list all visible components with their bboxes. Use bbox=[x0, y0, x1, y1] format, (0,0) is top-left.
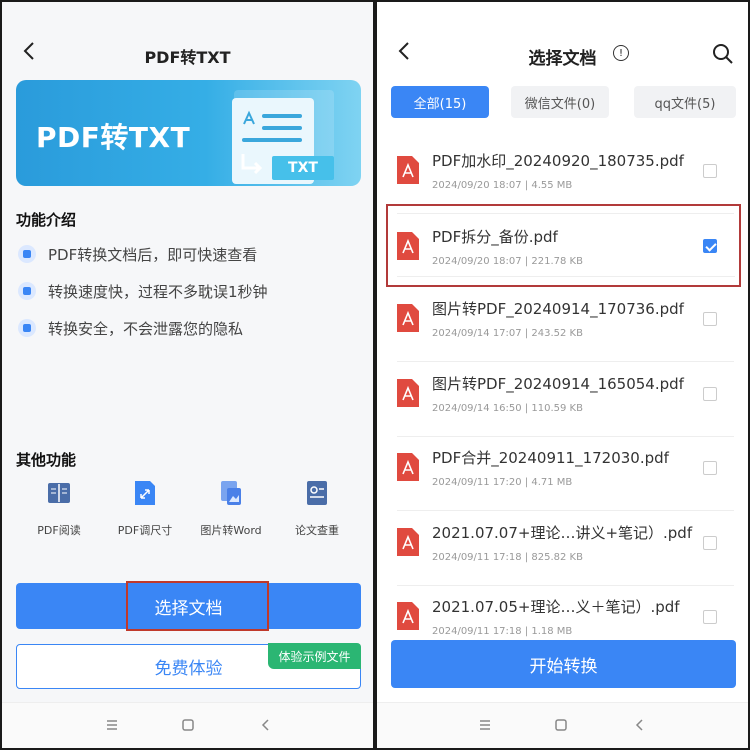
file-checkbox[interactable] bbox=[703, 387, 717, 401]
file-checkbox[interactable] bbox=[703, 461, 717, 475]
image-icon bbox=[221, 481, 241, 505]
file-checkbox-checked[interactable] bbox=[703, 239, 717, 253]
menu-icon[interactable] bbox=[104, 717, 120, 733]
page-title: PDF转TXT bbox=[144, 48, 231, 67]
filter-tabs: 全部(15) 微信文件(0) qq文件(5) bbox=[391, 86, 736, 118]
feature-item: 转换速度快，过程不多耽误1秒钟 bbox=[18, 279, 268, 303]
sample-file-tag[interactable]: 体验示例文件 bbox=[268, 643, 361, 669]
tool-plagiarism-check[interactable]: 论文查重 bbox=[272, 480, 362, 538]
promo-banner: PDF转TXT TXT bbox=[16, 80, 361, 186]
file-row[interactable]: 2021.07.07+理论…讲义+笔记）.pdf 2024/09/11 17:1… bbox=[377, 512, 748, 586]
features-title: 功能介绍 bbox=[16, 211, 77, 229]
select-document-screen: 选择文档 ! 全部(15) 微信文件(0) qq文件(5) PDF加水印_202… bbox=[377, 2, 748, 748]
speed-icon bbox=[18, 282, 36, 300]
pdf-file-icon bbox=[397, 232, 419, 260]
pdf-file-icon bbox=[397, 602, 419, 630]
other-features-title: 其他功能 bbox=[16, 451, 77, 469]
file-checkbox[interactable] bbox=[703, 536, 717, 550]
highlight-box bbox=[126, 581, 269, 631]
banner-text: PDF转TXT bbox=[36, 121, 191, 154]
tool-image-to-word[interactable]: 图片转Word bbox=[186, 480, 276, 538]
pdf-file-icon bbox=[397, 453, 419, 481]
pdf-file-icon bbox=[397, 528, 419, 556]
file-checkbox[interactable] bbox=[703, 610, 717, 624]
home-icon[interactable] bbox=[553, 717, 569, 733]
system-nav-bar bbox=[2, 702, 373, 748]
arrow-icon bbox=[241, 154, 263, 175]
header: PDF转TXT bbox=[2, 2, 373, 72]
file-row[interactable]: 2021.07.05+理论…义＋笔记）.pdf 2024/09/11 17:18… bbox=[377, 586, 748, 640]
search-doc-icon bbox=[18, 245, 36, 263]
pdf-file-icon bbox=[397, 156, 419, 184]
txt-tag: TXT bbox=[272, 156, 334, 180]
search-icon[interactable] bbox=[711, 42, 735, 66]
tool-pdf-resize[interactable]: PDF调尺寸 bbox=[100, 480, 190, 538]
resize-icon bbox=[135, 481, 155, 505]
system-nav-bar bbox=[377, 702, 748, 748]
menu-icon[interactable] bbox=[477, 717, 493, 733]
file-row[interactable]: 图片转PDF_20240914_165054.pdf 2024/09/14 16… bbox=[377, 363, 748, 437]
home-icon[interactable] bbox=[180, 717, 196, 733]
tab-wechat[interactable]: 微信文件(0) bbox=[511, 86, 609, 118]
pdf-file-icon bbox=[397, 379, 419, 407]
tools-grid: PDF阅读 PDF调尺寸 图片转Word 论文查重 bbox=[2, 480, 373, 540]
back-nav-icon[interactable] bbox=[258, 717, 274, 733]
file-checkbox[interactable] bbox=[703, 164, 717, 178]
file-list: PDF加水印_20240920_180735.pdf 2024/09/20 18… bbox=[377, 140, 748, 640]
file-row[interactable]: PDF合并_20240911_172030.pdf 2024/09/11 17:… bbox=[377, 437, 748, 511]
book-icon bbox=[48, 483, 70, 503]
document-check-icon bbox=[307, 481, 327, 505]
tab-all[interactable]: 全部(15) bbox=[391, 86, 489, 118]
tool-pdf-reader[interactable]: PDF阅读 bbox=[14, 480, 104, 538]
file-row-selected[interactable]: PDF拆分_备份.pdf 2024/09/20 18:07 | 221.78 K… bbox=[386, 204, 741, 287]
pdf-file-icon bbox=[397, 304, 419, 332]
tab-qq[interactable]: qq文件(5) bbox=[634, 86, 736, 118]
header: 选择文档 ! bbox=[377, 2, 748, 72]
file-row[interactable]: 图片转PDF_20240914_170736.pdf 2024/09/14 17… bbox=[377, 288, 748, 362]
feature-item: 转换安全，不会泄露您的隐私 bbox=[18, 316, 243, 340]
select-document-button[interactable]: 选择文档 bbox=[16, 581, 361, 631]
page-title: 选择文档 bbox=[528, 49, 597, 69]
file-row[interactable]: PDF加水印_20240920_180735.pdf 2024/09/20 18… bbox=[377, 140, 748, 214]
info-icon[interactable]: ! bbox=[613, 45, 629, 61]
pdf-logo-icon bbox=[243, 110, 255, 125]
shield-icon bbox=[18, 319, 36, 337]
feature-item: PDF转换文档后，即可快速查看 bbox=[18, 242, 257, 266]
pdf-to-txt-screen: PDF转TXT PDF转TXT TXT 功能介绍 PDF转换文档后，即可快速查看… bbox=[2, 2, 373, 748]
back-nav-icon[interactable] bbox=[632, 717, 648, 733]
start-convert-button[interactable]: 开始转换 bbox=[391, 640, 736, 688]
file-checkbox[interactable] bbox=[703, 312, 717, 326]
